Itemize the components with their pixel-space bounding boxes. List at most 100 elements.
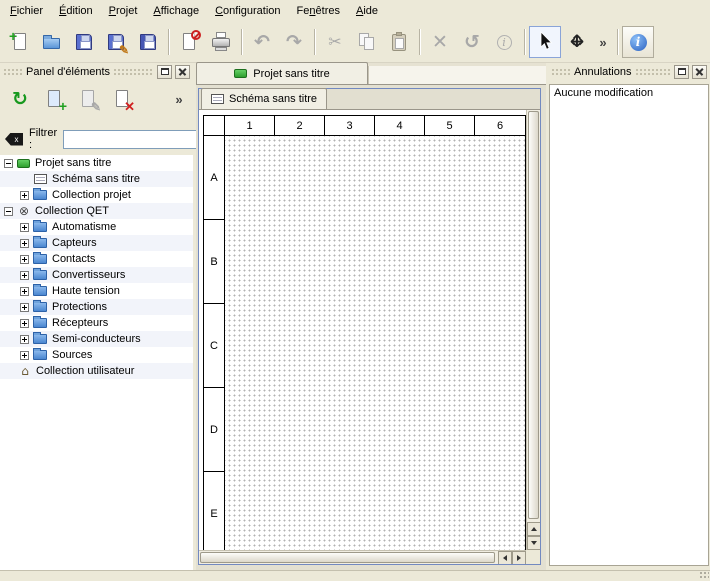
move-tool-button[interactable]: ↔↕	[561, 26, 593, 58]
rotate-button[interactable]: ↺	[456, 26, 488, 58]
tree-item-schema-sans-titre[interactable]: Schéma sans titre	[0, 171, 193, 187]
resize-grip-icon[interactable]	[699, 571, 709, 580]
column-header: 3	[325, 116, 375, 135]
tabbar-empty-area	[368, 66, 546, 84]
filter-input[interactable]	[63, 130, 213, 149]
menu-aide[interactable]: Aide	[348, 2, 386, 20]
expand-expander-icon[interactable]	[20, 287, 29, 296]
edit-element-button[interactable]: ✎	[73, 84, 103, 114]
tab-projet-sans-titre[interactable]: Projet sans titre	[196, 62, 368, 84]
project-tabbar: Projet sans titre	[196, 63, 546, 85]
tree-item-semi-conducteurs[interactable]: Semi-conducteurs	[0, 331, 193, 347]
tree-item-protections[interactable]: Protections	[0, 299, 193, 315]
expand-expander-icon[interactable]	[20, 223, 29, 232]
expand-expander-icon[interactable]	[20, 335, 29, 344]
tree-item-collection-projet[interactable]: Collection projet	[0, 187, 193, 203]
dock-close-button[interactable]	[692, 65, 707, 79]
elements-panel: Panel d'éléments ↻ + ✎ ✕ » x Filtrer : P…	[0, 63, 193, 570]
row-header: E	[204, 472, 225, 556]
collapse-expander-icon[interactable]	[4, 159, 13, 168]
column-headers: 1 2 3 4 5 6	[204, 116, 525, 136]
new-project-button[interactable]: +	[4, 26, 36, 58]
scroll-down-button[interactable]	[527, 536, 540, 550]
qet-collection-icon: ⊗	[17, 204, 31, 218]
menu-affichage[interactable]: Affichage	[145, 2, 207, 20]
scroll-right-button[interactable]	[512, 551, 526, 564]
undo-button[interactable]: ↶	[246, 26, 278, 58]
tab-schema-sans-titre[interactable]: Schéma sans titre	[201, 88, 327, 109]
horizontal-scrollbar[interactable]	[199, 550, 526, 564]
menu-fenetres[interactable]: Fenêtres	[289, 2, 348, 20]
dock-float-button[interactable]	[157, 65, 172, 79]
tree-item-collection-qet[interactable]: ⊗Collection QET	[0, 203, 193, 219]
elements-panel-title: Panel d'éléments	[26, 66, 110, 78]
cut-button[interactable]: ✂	[319, 26, 351, 58]
tree-item-convertisseurs[interactable]: Convertisseurs	[0, 267, 193, 283]
dock-float-button[interactable]	[674, 65, 689, 79]
expand-expander-icon[interactable]	[20, 351, 29, 360]
menu-projet[interactable]: Projet	[101, 2, 146, 20]
new-element-button[interactable]: +	[39, 84, 69, 114]
menu-configuration[interactable]: Configuration	[207, 2, 288, 20]
redo-icon: ↷	[282, 30, 306, 54]
close-file-button[interactable]	[173, 26, 205, 58]
expand-expander-icon[interactable]	[20, 271, 29, 280]
panel-overflow-button[interactable]: »	[170, 84, 188, 114]
undo-panel-titlebar[interactable]: Annulations	[548, 63, 710, 80]
tree-item-haute-tension[interactable]: Haute tension	[0, 283, 193, 299]
tree-item-recepteurs[interactable]: Récepteurs	[0, 315, 193, 331]
collapse-expander-icon[interactable]	[4, 207, 13, 216]
h-scroll-thumb[interactable]	[200, 552, 495, 563]
expand-expander-icon[interactable]	[20, 239, 29, 248]
triangle-up-icon	[531, 527, 537, 531]
reload-collections-button[interactable]: ↻	[5, 84, 35, 114]
diagram-canvas[interactable]: 1 2 3 4 5 6 A B C D	[199, 110, 540, 564]
tree-item-automatisme[interactable]: Automatisme	[0, 219, 193, 235]
undo-list-item[interactable]: Aucune modification	[550, 85, 708, 101]
triangle-left-icon	[503, 555, 507, 561]
column-header: 5	[425, 116, 475, 135]
save-button[interactable]	[68, 26, 100, 58]
dock-close-button[interactable]	[175, 65, 190, 79]
about-button[interactable]: i	[622, 26, 654, 58]
expand-expander-icon[interactable]	[20, 191, 29, 200]
delete-element-button[interactable]: ✕	[107, 84, 137, 114]
elements-panel-titlebar[interactable]: Panel d'éléments	[0, 63, 193, 80]
v-scroll-thumb[interactable]	[528, 111, 539, 519]
redo-button[interactable]: ↷	[278, 26, 310, 58]
save-as-button[interactable]: ✎	[100, 26, 132, 58]
tree-item-collection-utilisateur[interactable]: ⌂Collection utilisateur	[0, 363, 193, 379]
toolbar-overflow-button[interactable]: »	[593, 26, 613, 58]
tree-item-contacts[interactable]: Contacts	[0, 251, 193, 267]
save-all-button[interactable]	[132, 26, 164, 58]
chevron-right-icon: »	[175, 92, 182, 107]
expand-expander-icon[interactable]	[20, 303, 29, 312]
column-header: 2	[275, 116, 325, 135]
tree-item-capteurs[interactable]: Capteurs	[0, 235, 193, 251]
select-tool-button[interactable]	[529, 26, 561, 58]
diagram-grid[interactable]	[225, 136, 525, 556]
print-button[interactable]	[205, 26, 237, 58]
scroll-left-button[interactable]	[498, 551, 512, 564]
expand-expander-icon[interactable]	[20, 319, 29, 328]
folder-icon	[33, 190, 47, 200]
refresh-icon: ↻	[8, 87, 32, 111]
copy-button[interactable]	[351, 26, 383, 58]
element-info-button[interactable]: i	[488, 26, 520, 58]
tree-item-projet-sans-titre[interactable]: Projet sans titre	[0, 155, 193, 171]
folder-icon	[33, 286, 47, 296]
delete-button[interactable]: ✕	[424, 26, 456, 58]
open-project-button[interactable]	[36, 26, 68, 58]
tree-item-sources[interactable]: Sources	[0, 347, 193, 363]
paste-button[interactable]	[383, 26, 415, 58]
scroll-up-button[interactable]	[527, 522, 540, 536]
menu-fichier[interactable]: Fichier	[2, 2, 51, 20]
filter-row: x Filtrer :	[0, 127, 193, 151]
scissors-icon: ✂	[323, 30, 347, 54]
folder-icon	[33, 334, 47, 344]
clear-filter-icon[interactable]: x	[5, 133, 23, 146]
mdi-workspace: Projet sans titre Schéma sans titre 1	[196, 63, 546, 570]
vertical-scrollbar[interactable]	[526, 110, 540, 550]
menu-edition[interactable]: Édition	[51, 2, 101, 20]
expand-expander-icon[interactable]	[20, 255, 29, 264]
